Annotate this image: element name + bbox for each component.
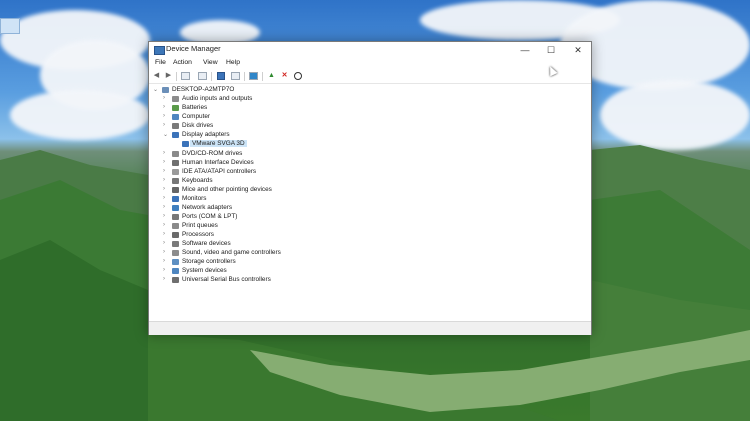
speaker-icon xyxy=(172,96,179,102)
expand-chevron-icon[interactable]: › xyxy=(163,213,169,219)
uninstall-icon[interactable]: ✕ xyxy=(280,72,289,80)
tree-node-label: Monitors xyxy=(182,195,207,202)
desktop-shortcut-icon[interactable] xyxy=(0,18,20,34)
toolbar-separator xyxy=(211,72,212,81)
forward-arrow-icon[interactable]: ▶ xyxy=(164,72,173,80)
toolbar: ◀ ▶ ▲ ✕ xyxy=(149,69,591,84)
computer-icon xyxy=(172,114,179,120)
menu-bar: File Action View Help xyxy=(149,58,591,69)
network-adapter-icon xyxy=(172,205,179,211)
tree-node-label: Mice and other pointing devices xyxy=(182,186,272,193)
expand-chevron-icon[interactable]: › xyxy=(163,258,169,264)
port-icon xyxy=(172,214,179,220)
tree-node-label: Human Interface Devices xyxy=(182,159,254,166)
maximize-button[interactable]: ☐ xyxy=(538,42,564,58)
software-device-icon xyxy=(172,241,179,247)
expand-chevron-icon[interactable]: › xyxy=(163,104,169,110)
ide-controller-icon xyxy=(172,169,179,175)
expand-chevron-icon[interactable]: › xyxy=(163,159,169,165)
expand-chevron-icon[interactable]: › xyxy=(163,122,169,128)
collapse-chevron-icon[interactable]: ⌄ xyxy=(163,131,169,138)
tree-node-label: Disk drives xyxy=(182,122,214,129)
window-title: Device Manager xyxy=(166,44,221,53)
device-manager-app-icon xyxy=(154,46,165,55)
device-manager-window: Device Manager — ☐ ✕ File Action View He… xyxy=(148,41,592,335)
tree-node-label: Batteries xyxy=(182,104,208,111)
minimize-button[interactable]: — xyxy=(512,42,538,58)
expand-chevron-icon[interactable]: › xyxy=(163,150,169,156)
expand-chevron-icon[interactable]: › xyxy=(163,231,169,237)
device-tree: ⌄ DESKTOP-A2MTP7O › Audio inputs and out… xyxy=(149,84,591,320)
expand-chevron-icon[interactable]: › xyxy=(163,195,169,201)
keyboard-icon xyxy=(172,178,179,184)
battery-icon xyxy=(172,105,179,111)
menu-action[interactable]: Action xyxy=(173,59,192,66)
expand-chevron-icon[interactable]: › xyxy=(163,113,169,119)
tree-node-label: Audio inputs and outputs xyxy=(182,95,253,102)
menu-view[interactable]: View xyxy=(203,59,218,66)
expand-chevron-icon[interactable]: › xyxy=(163,177,169,183)
computer-icon xyxy=(162,87,169,93)
scan-hardware-icon[interactable] xyxy=(249,72,258,80)
expand-chevron-icon[interactable]: › xyxy=(163,276,169,282)
printer-icon xyxy=(172,223,179,229)
toolbar-separator xyxy=(176,72,177,81)
expand-chevron-icon[interactable]: › xyxy=(163,168,169,174)
expand-chevron-icon[interactable]: › xyxy=(163,186,169,192)
disable-icon[interactable] xyxy=(294,72,302,80)
tree-node-label: Universal Serial Bus controllers xyxy=(182,276,271,283)
title-bar[interactable]: Device Manager — ☐ ✕ xyxy=(149,42,591,58)
tree-node-label: System devices xyxy=(182,267,227,274)
system-device-icon xyxy=(172,268,179,274)
tree-node-label: Processors xyxy=(182,231,214,238)
tree-root-label: DESKTOP-A2MTP7O xyxy=(172,86,235,93)
processor-icon xyxy=(172,232,179,238)
tree-node-label: Computer xyxy=(182,113,211,120)
tree-node-label: Ports (COM & LPT) xyxy=(182,213,238,220)
hid-icon xyxy=(172,160,179,166)
tree-node-label: Software devices xyxy=(182,240,231,247)
display-adapter-icon xyxy=(172,132,179,138)
tree-node-label: Print queues xyxy=(182,222,218,229)
expand-chevron-icon[interactable]: › xyxy=(163,204,169,210)
tree-node-label: Display adapters xyxy=(182,131,230,138)
expand-chevron-icon[interactable]: › xyxy=(163,249,169,255)
tree-node-label: IDE ATA/ATAPI controllers xyxy=(182,168,257,175)
expand-chevron-icon[interactable]: › xyxy=(163,267,169,273)
menu-file[interactable]: File xyxy=(155,59,166,66)
expand-chevron-icon[interactable]: › xyxy=(163,240,169,246)
toolbar-separator xyxy=(262,72,263,81)
usb-icon xyxy=(172,277,179,283)
dvd-drive-icon xyxy=(172,151,179,157)
tree-node-label: DVD/CD-ROM drives xyxy=(182,150,243,157)
tree-node-label: Network adapters xyxy=(182,204,233,211)
show-hide-tree-icon[interactable] xyxy=(181,72,190,80)
tree-node-label: VMware SVGA 3D xyxy=(190,140,247,147)
menu-help[interactable]: Help xyxy=(226,59,240,66)
display-adapter-icon xyxy=(182,141,189,147)
expand-chevron-icon[interactable]: › xyxy=(163,95,169,101)
collapse-chevron-icon[interactable]: ⌄ xyxy=(153,86,159,93)
sound-controller-icon xyxy=(172,250,179,256)
mouse-icon xyxy=(172,187,179,193)
status-bar xyxy=(149,321,591,335)
back-arrow-icon[interactable]: ◀ xyxy=(152,72,161,80)
tree-node-label: Sound, video and game controllers xyxy=(182,249,281,256)
tree-node-label: Keyboards xyxy=(182,177,213,184)
storage-controller-icon xyxy=(172,259,179,265)
help-icon[interactable] xyxy=(217,72,225,80)
view-icon[interactable] xyxy=(231,72,240,80)
update-driver-icon[interactable]: ▲ xyxy=(267,72,276,80)
disk-drive-icon xyxy=(172,123,179,129)
expand-chevron-icon[interactable]: › xyxy=(163,222,169,228)
tree-node-label: Storage controllers xyxy=(182,258,236,265)
toolbar-separator xyxy=(244,72,245,81)
properties-icon[interactable] xyxy=(198,72,207,80)
monitor-icon xyxy=(172,196,179,202)
close-button[interactable]: ✕ xyxy=(565,42,591,58)
